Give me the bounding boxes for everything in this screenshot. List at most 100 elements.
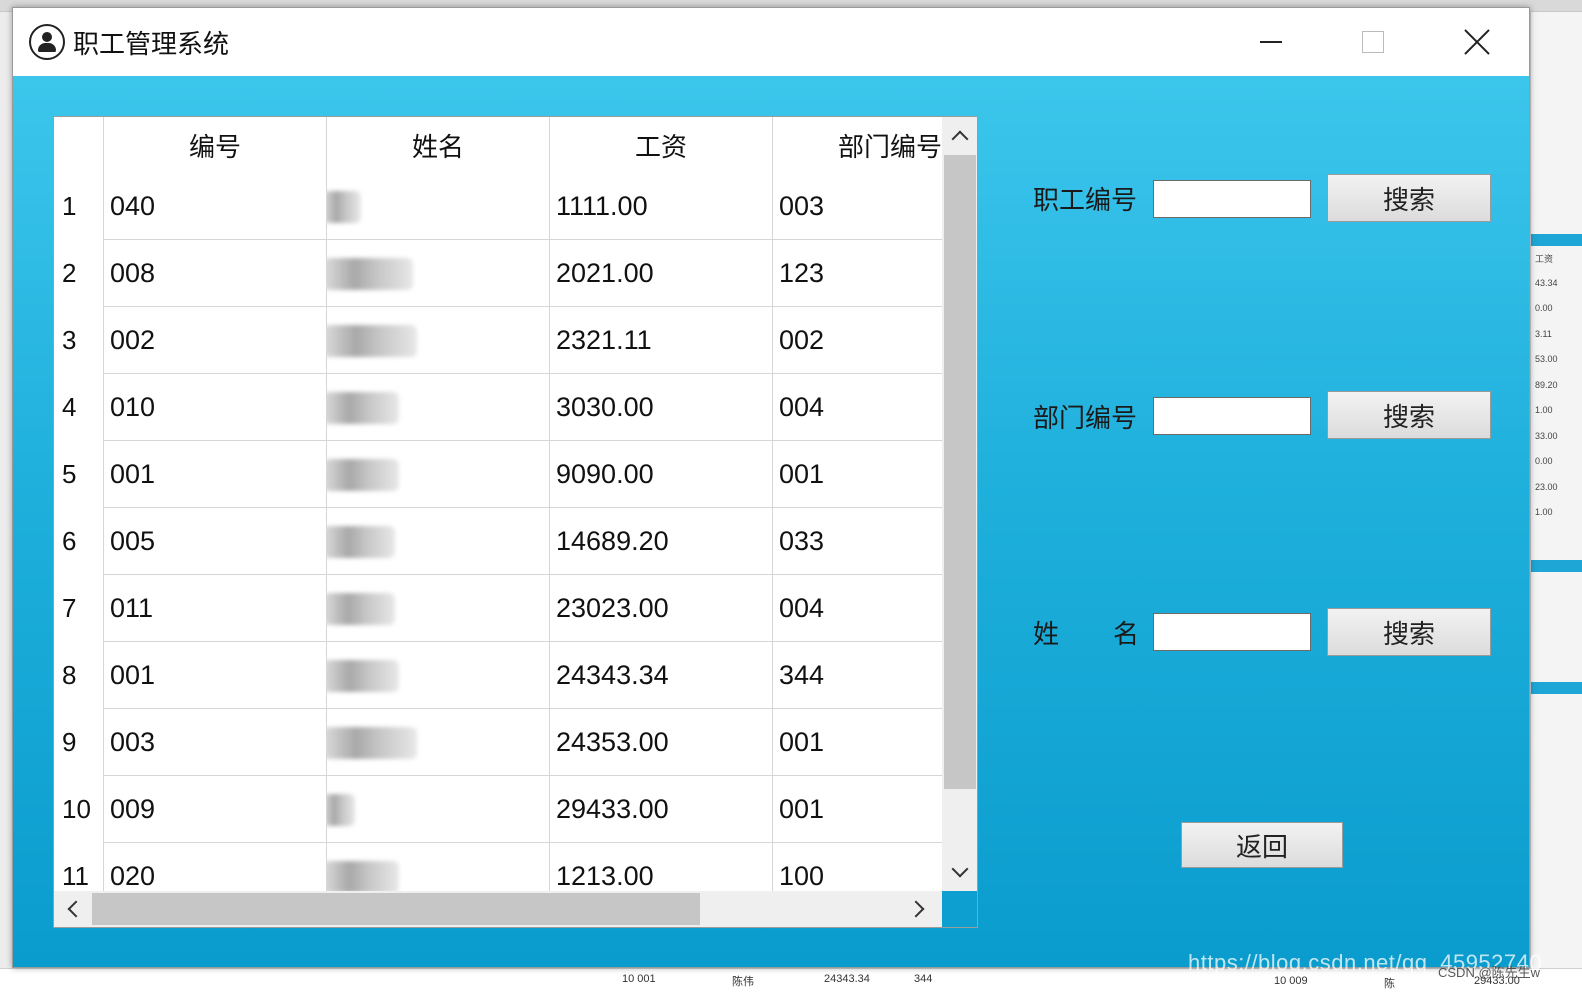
search-by-dept-button[interactable]: 搜索 — [1327, 391, 1491, 439]
name-label-part1: 姓 — [1033, 620, 1060, 650]
cell-dept[interactable]: 004 — [773, 374, 942, 441]
scroll-up-button[interactable] — [942, 117, 977, 155]
cell-name-redacted[interactable] — [327, 173, 550, 240]
column-header-name[interactable]: 姓名 — [327, 117, 550, 173]
cell-dept[interactable]: 344 — [773, 642, 942, 709]
table-row[interactable]: 2 008 2021.00 123 — [54, 240, 942, 307]
background-number: 1.00 — [1535, 405, 1553, 415]
cell-name-redacted[interactable] — [327, 709, 550, 776]
row-number[interactable]: 7 — [54, 575, 104, 642]
table-row[interactable]: 10 009 29433.00 001 — [54, 776, 942, 843]
employee-id-input[interactable] — [1153, 180, 1311, 218]
cell-id[interactable]: 040 — [104, 173, 327, 240]
column-header-id[interactable]: 编号 — [104, 117, 327, 173]
cell-id[interactable]: 002 — [104, 307, 327, 374]
close-icon — [1463, 28, 1491, 56]
cell-id[interactable]: 011 — [104, 575, 327, 642]
table-row[interactable]: 11 020 1213.00 100 — [54, 843, 942, 891]
cell-name-redacted[interactable] — [327, 307, 550, 374]
cell-id[interactable]: 020 — [104, 843, 327, 891]
cell-salary[interactable]: 24353.00 — [550, 709, 773, 776]
cell-id[interactable]: 001 — [104, 441, 327, 508]
minimize-button[interactable] — [1241, 18, 1301, 66]
column-header-dept[interactable]: 部门编号 — [773, 117, 942, 173]
table-row[interactable]: 8 001 24343.34 344 — [54, 642, 942, 709]
cell-salary[interactable]: 1213.00 — [550, 843, 773, 891]
row-number[interactable]: 10 — [54, 776, 104, 843]
row-number[interactable]: 4 — [54, 374, 104, 441]
cell-id[interactable]: 005 — [104, 508, 327, 575]
cell-name-redacted[interactable] — [327, 240, 550, 307]
row-number[interactable]: 8 — [54, 642, 104, 709]
cell-id[interactable]: 009 — [104, 776, 327, 843]
cell-name-redacted[interactable] — [327, 374, 550, 441]
cell-salary[interactable]: 23023.00 — [550, 575, 773, 642]
row-number[interactable]: 5 — [54, 441, 104, 508]
cell-name-redacted[interactable] — [327, 441, 550, 508]
maximize-button[interactable] — [1343, 18, 1403, 66]
cell-salary[interactable]: 2321.11 — [550, 307, 773, 374]
row-number[interactable]: 6 — [54, 508, 104, 575]
cell-name-redacted[interactable] — [327, 642, 550, 709]
close-button[interactable] — [1447, 18, 1507, 66]
row-number[interactable]: 1 — [54, 173, 104, 240]
horizontal-scroll-thumb[interactable] — [92, 893, 700, 925]
table-row[interactable]: 9 003 24353.00 001 — [54, 709, 942, 776]
cell-salary[interactable]: 1111.00 — [550, 173, 773, 240]
cell-salary[interactable]: 29433.00 — [550, 776, 773, 843]
scroll-down-button[interactable] — [942, 853, 977, 891]
row-number[interactable]: 3 — [54, 307, 104, 374]
cell-salary[interactable]: 3030.00 — [550, 374, 773, 441]
cell-dept[interactable]: 100 — [773, 843, 942, 891]
cell-name-redacted[interactable] — [327, 508, 550, 575]
background-number: 53.00 — [1535, 354, 1558, 364]
cell-salary[interactable]: 14689.20 — [550, 508, 773, 575]
cell-id[interactable]: 001 — [104, 642, 327, 709]
chevron-left-icon — [67, 900, 85, 918]
scroll-left-button[interactable] — [54, 891, 92, 927]
row-number[interactable]: 2 — [54, 240, 104, 307]
search-by-name-button[interactable]: 搜索 — [1327, 608, 1491, 656]
table-row[interactable]: 4 010 3030.00 004 — [54, 374, 942, 441]
column-header-salary[interactable]: 工资 — [550, 117, 773, 173]
table-row[interactable]: 7 011 23023.00 004 — [54, 575, 942, 642]
cell-dept[interactable]: 002 — [773, 307, 942, 374]
vertical-scroll-thumb[interactable] — [944, 155, 976, 789]
cell-salary[interactable]: 2021.00 — [550, 240, 773, 307]
back-button[interactable]: 返回 — [1181, 822, 1343, 868]
cell-salary[interactable]: 9090.00 — [550, 441, 773, 508]
cell-salary[interactable]: 24343.34 — [550, 642, 773, 709]
search-by-id-button[interactable]: 搜索 — [1327, 174, 1491, 222]
cell-name-redacted[interactable] — [327, 843, 550, 891]
cell-dept[interactable]: 003 — [773, 173, 942, 240]
cell-name-redacted[interactable] — [327, 776, 550, 843]
cell-dept[interactable]: 123 — [773, 240, 942, 307]
row-number[interactable]: 9 — [54, 709, 104, 776]
table-row[interactable]: 1 040 1111.00 003 — [54, 173, 942, 240]
table-row[interactable]: 5 001 9090.00 001 — [54, 441, 942, 508]
background-number: 1.00 — [1535, 507, 1553, 517]
cell-dept[interactable]: 001 — [773, 709, 942, 776]
vertical-scrollbar[interactable] — [942, 117, 977, 891]
table-row[interactable]: 6 005 14689.20 033 — [54, 508, 942, 575]
cell-dept[interactable]: 004 — [773, 575, 942, 642]
employee-table[interactable]: 编号 姓名 工资 部门编号 1 040 1111.00 003 2 008 2021.00 1… — [53, 116, 978, 928]
cell-dept[interactable]: 001 — [773, 441, 942, 508]
name-input[interactable] — [1153, 613, 1311, 651]
scroll-right-button[interactable] — [900, 891, 938, 927]
redaction-blur — [327, 727, 417, 759]
cell-dept[interactable]: 033 — [773, 508, 942, 575]
background-number: 0.00 — [1535, 456, 1553, 466]
cell-id[interactable]: 010 — [104, 374, 327, 441]
table-row[interactable]: 3 002 2321.11 002 — [54, 307, 942, 374]
cell-id[interactable]: 003 — [104, 709, 327, 776]
employee-id-label: 职工编号 — [1033, 186, 1138, 216]
cell-dept[interactable]: 001 — [773, 776, 942, 843]
user-icon — [29, 24, 65, 60]
dept-id-input[interactable] — [1153, 397, 1311, 435]
cell-name-redacted[interactable] — [327, 575, 550, 642]
table-corner — [54, 117, 104, 173]
row-number[interactable]: 11 — [54, 843, 104, 891]
cell-id[interactable]: 008 — [104, 240, 327, 307]
horizontal-scrollbar[interactable] — [54, 891, 942, 927]
